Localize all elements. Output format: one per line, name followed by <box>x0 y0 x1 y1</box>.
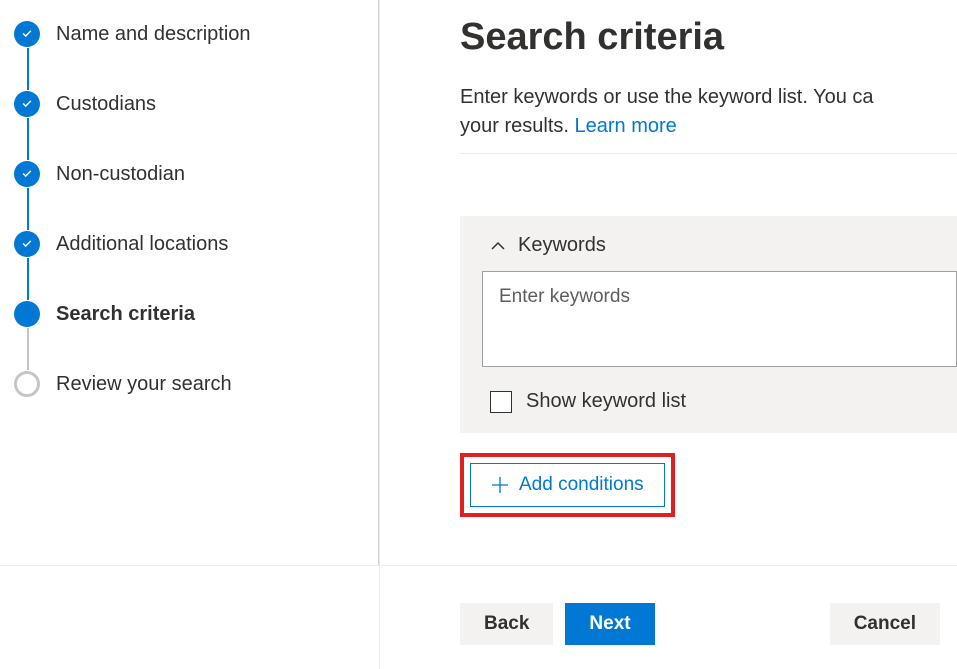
keywords-input-container <box>460 271 957 372</box>
add-conditions-label: Add conditions <box>519 474 644 496</box>
plus-icon <box>491 476 509 494</box>
wizard-step-search-criteria[interactable]: Search criteria <box>14 300 359 328</box>
add-conditions-highlight: Add conditions <box>460 453 675 517</box>
check-icon <box>14 161 40 187</box>
keywords-section-label: Keywords <box>518 234 606 257</box>
wizard-step-label: Non-custodian <box>56 163 185 186</box>
wizard-step-name-description[interactable]: Name and description <box>14 20 359 48</box>
check-icon <box>14 21 40 47</box>
wizard-footer: Back Next Cancel <box>460 603 940 645</box>
wizard-step-custodians[interactable]: Custodians <box>14 90 359 118</box>
description-text-2: your results. <box>460 115 574 137</box>
wizard-step-label: Name and description <box>56 23 251 46</box>
step-connector <box>27 328 29 370</box>
chevron-up-icon <box>490 238 506 254</box>
keywords-input[interactable] <box>482 271 957 367</box>
wizard-step-additional-locations[interactable]: Additional locations <box>14 230 359 258</box>
keywords-panel: Keywords Show keyword list <box>460 216 957 433</box>
next-button[interactable]: Next <box>565 603 654 645</box>
wizard-step-list: Name and description Custodians Non-cust… <box>14 20 359 398</box>
show-keyword-list-label: Show keyword list <box>526 390 686 413</box>
wizard-step-non-custodian[interactable]: Non-custodian <box>14 160 359 188</box>
wizard-step-review[interactable]: Review your search <box>14 370 359 398</box>
description-text-1: Enter keywords or use the keyword list. … <box>460 86 874 108</box>
wizard-step-label: Search criteria <box>56 303 195 326</box>
wizard-step-label: Review your search <box>56 373 232 396</box>
cancel-button[interactable]: Cancel <box>830 603 940 645</box>
wizard-step-label: Custodians <box>56 93 156 116</box>
main-content: Search criteria Enter keywords or use th… <box>380 0 957 669</box>
show-keyword-list-checkbox[interactable] <box>490 391 512 413</box>
step-connector <box>27 118 29 160</box>
wizard-step-label: Additional locations <box>56 233 228 256</box>
pending-step-icon <box>14 371 40 397</box>
keywords-toggle-header[interactable]: Keywords <box>460 216 957 271</box>
show-keyword-list-row: Show keyword list <box>460 372 957 433</box>
step-connector <box>27 48 29 90</box>
step-connector <box>27 188 29 230</box>
page-title: Search criteria <box>460 16 957 59</box>
page-description: Enter keywords or use the keyword list. … <box>460 83 957 141</box>
current-step-icon <box>14 301 40 327</box>
check-icon <box>14 231 40 257</box>
footer-divider <box>0 565 957 566</box>
back-button[interactable]: Back <box>460 603 553 645</box>
add-conditions-button[interactable]: Add conditions <box>470 463 665 507</box>
wizard-sidebar: Name and description Custodians Non-cust… <box>0 0 380 669</box>
sidebar-divider <box>378 0 379 565</box>
step-connector <box>27 258 29 300</box>
check-icon <box>14 91 40 117</box>
content-divider <box>460 153 957 154</box>
learn-more-link[interactable]: Learn more <box>574 115 676 137</box>
